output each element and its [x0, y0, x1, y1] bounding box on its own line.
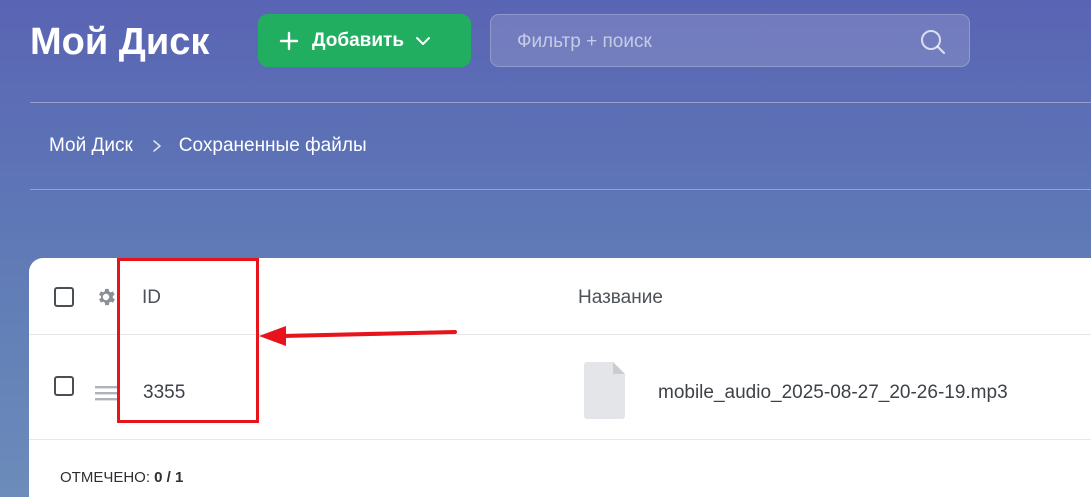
selected-count: 0 / 1: [154, 469, 184, 486]
plus-icon: [279, 31, 299, 50]
add-button[interactable]: Добавить: [258, 14, 471, 67]
selected-count-label: ОТМЕЧЕНО: 0 / 1: [60, 469, 183, 486]
row-file-name[interactable]: mobile_audio_2025-08-27_20-26-19.mp3: [658, 382, 1008, 404]
chevron-down-icon: [416, 36, 431, 45]
selected-label: ОТМЕЧЕНО:: [60, 469, 150, 486]
row-divider: [29, 439, 1091, 440]
breadcrumb-item-my-disk[interactable]: Мой Диск: [49, 135, 133, 157]
search-box: [490, 14, 970, 67]
select-all-checkbox[interactable]: [54, 287, 74, 307]
breadcrumb: Мой Диск Сохраненные файлы: [49, 135, 367, 157]
gear-icon[interactable]: [95, 286, 117, 308]
breadcrumb-item-saved-files[interactable]: Сохраненные файлы: [179, 135, 367, 157]
drag-handle-icon[interactable]: [95, 384, 117, 402]
search-input[interactable]: [515, 27, 899, 57]
page-title: Мой Диск: [30, 21, 210, 63]
annotation-highlight-box: [117, 258, 259, 423]
search-icon[interactable]: [919, 28, 947, 56]
breadcrumb-divider: [30, 189, 1091, 190]
row-checkbox[interactable]: [54, 376, 74, 396]
add-button-label: Добавить: [312, 29, 405, 51]
file-icon: [584, 362, 625, 419]
chevron-right-icon: [152, 140, 161, 152]
column-header-name[interactable]: Название: [578, 287, 663, 309]
annotation-arrow-icon: [259, 326, 457, 346]
header-divider: [30, 102, 1091, 103]
